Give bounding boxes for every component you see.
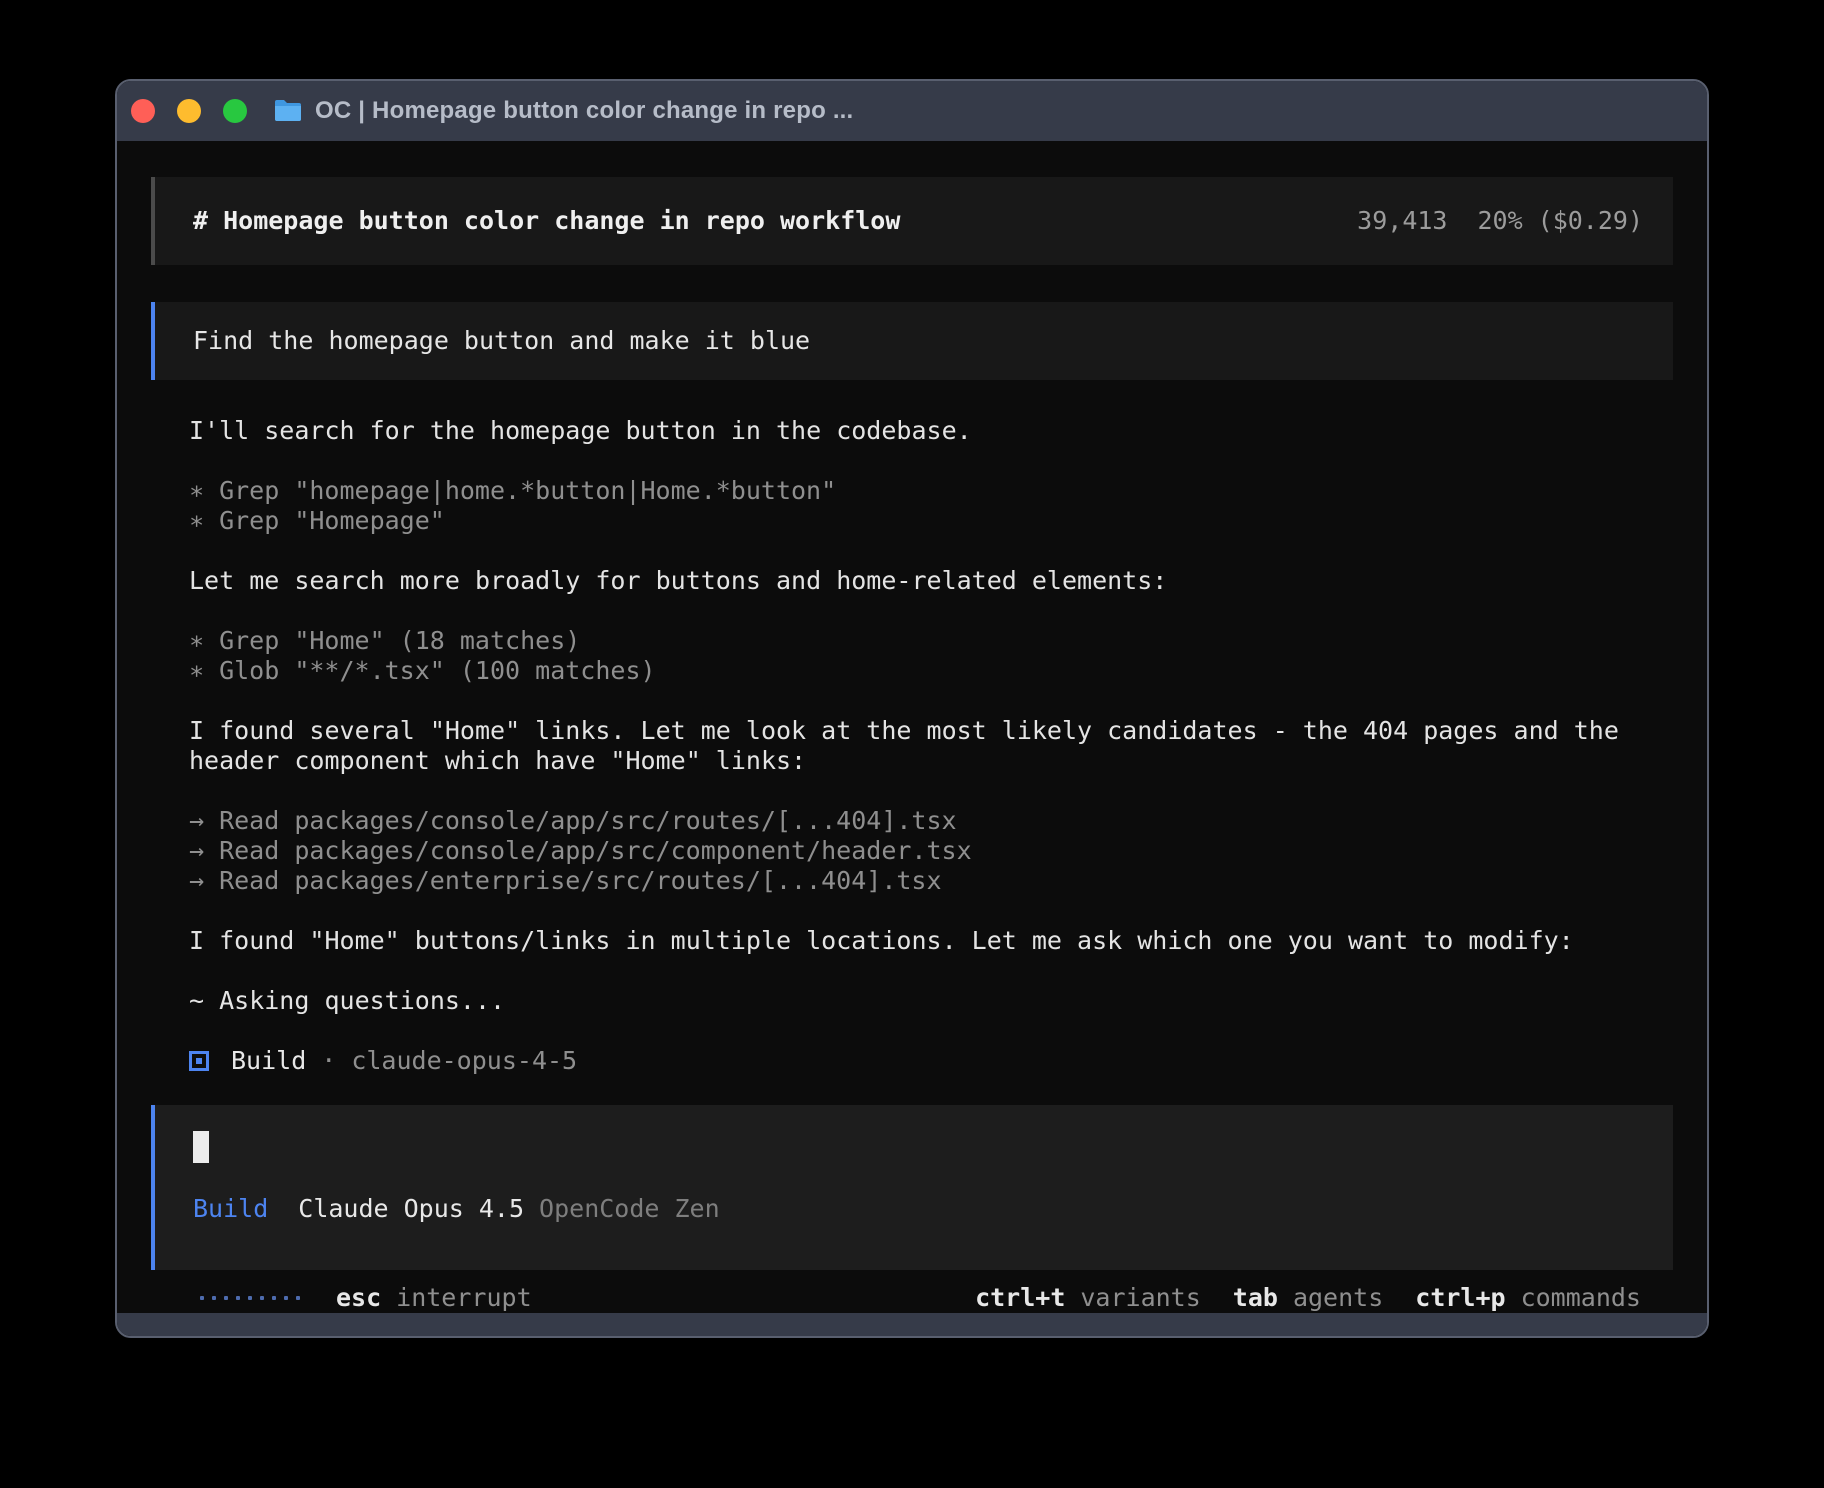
assistant-paragraph: I found several "Home" links. Let me loo… [189, 716, 1673, 776]
maximize-window-button[interactable] [223, 99, 247, 123]
session-title: # Homepage button color change in repo w… [193, 206, 900, 236]
shortcut-commands: ctrl+p commands [1415, 1283, 1641, 1313]
asterisk-bullet-icon: ∗ [189, 476, 204, 506]
shortcut-variants: ctrl+t variants [975, 1283, 1201, 1313]
tool-call-text: Read packages/console/app/src/routes/[..… [219, 806, 957, 836]
agent-model: claude-opus-4-5 [351, 1046, 577, 1076]
tool-call-text: Grep "homepage|home.*button|Home.*button… [219, 476, 836, 506]
window-titlebar: OC | Homepage button color change in rep… [117, 81, 1707, 141]
shortcut-label: variants [1080, 1283, 1200, 1313]
window-title: OC | Homepage button color change in rep… [315, 97, 853, 125]
minimize-window-button[interactable] [177, 99, 201, 123]
tool-call-text: Read packages/console/app/src/component/… [219, 836, 972, 866]
input-model-name: Claude Opus 4.5 [298, 1194, 524, 1224]
shortcut-key: ctrl+p [1415, 1283, 1505, 1313]
tool-call-glob: ∗ Glob "**/*.tsx" (100 matches) [189, 656, 1673, 686]
folder-icon [273, 98, 303, 124]
tool-call-text: Grep "Home" (18 matches) [219, 626, 580, 656]
shortcut-label: commands [1521, 1283, 1641, 1313]
shortcut-agents: tab agents [1233, 1283, 1383, 1313]
tool-call-group: ∗ Grep "homepage|home.*button|Home.*butt… [189, 476, 1673, 536]
context-percent: 20% [1477, 206, 1522, 236]
tool-call-group: ∗ Grep "Home" (18 matches) ∗ Glob "**/*.… [189, 626, 1673, 686]
spinner-dots-icon [200, 1296, 300, 1300]
status-bar: esc interrupt ctrl+t variants tab agents… [151, 1283, 1673, 1313]
assistant-transcript: I'll search for the homepage button in t… [151, 416, 1673, 1076]
input-agent-name[interactable]: Build [193, 1194, 268, 1224]
separator-dot: · [321, 1046, 336, 1076]
terminal-content: # Homepage button color change in repo w… [117, 141, 1707, 1313]
token-count: 39,413 [1357, 206, 1447, 236]
agent-square-icon [189, 1051, 209, 1071]
shortcut-label: agents [1293, 1283, 1383, 1313]
tool-call-grep: ∗ Grep "Home" (18 matches) [189, 626, 1673, 656]
agent-name: Build [231, 1046, 306, 1076]
session-cost: ($0.29) [1538, 206, 1643, 236]
tool-call-text: Glob "**/*.tsx" (100 matches) [219, 656, 656, 686]
user-message: Find the homepage button and make it blu… [151, 302, 1673, 380]
terminal-window: OC | Homepage button color change in rep… [115, 79, 1709, 1338]
tool-call-text: Read packages/enterprise/src/routes/[...… [219, 866, 941, 896]
text-cursor [193, 1131, 209, 1163]
read-call-group: → Read packages/console/app/src/routes/[… [189, 806, 1673, 896]
assistant-paragraph: I'll search for the homepage button in t… [189, 416, 1673, 446]
window-bottom-edge [117, 1313, 1707, 1338]
tool-call-read: → Read packages/enterprise/src/routes/[.… [189, 866, 1673, 896]
tool-call-read: → Read packages/console/app/src/componen… [189, 836, 1673, 866]
input-status-line: Build Claude Opus 4.5 OpenCode Zen [193, 1194, 1643, 1224]
assistant-paragraph: I found "Home" buttons/links in multiple… [189, 926, 1673, 956]
tool-call-text: Grep "Homepage" [219, 506, 445, 536]
close-window-button[interactable] [131, 99, 155, 123]
arrow-right-icon: → [189, 866, 204, 896]
esc-key-action: interrupt [396, 1283, 531, 1313]
arrow-right-icon: → [189, 806, 204, 836]
asterisk-bullet-icon: ∗ [189, 626, 204, 656]
shortcut-key: tab [1233, 1283, 1278, 1313]
status-bar-left: esc interrupt [200, 1283, 532, 1313]
shortcut-key: ctrl+t [975, 1283, 1065, 1313]
asterisk-bullet-icon: ∗ [189, 656, 204, 686]
session-header: # Homepage button color change in repo w… [151, 177, 1673, 265]
tool-call-read: → Read packages/console/app/src/routes/[… [189, 806, 1673, 836]
status-bar-right: ctrl+t variants tab agents ctrl+p comman… [975, 1283, 1641, 1313]
tool-call-grep: ∗ Grep "Homepage" [189, 506, 1673, 536]
working-status: ~ Asking questions... [189, 986, 1673, 1016]
esc-key-hint: esc [336, 1283, 381, 1313]
session-stats: 39,413 20% ($0.29) [1357, 206, 1643, 236]
arrow-right-icon: → [189, 836, 204, 866]
agent-badge: Build · claude-opus-4-5 [189, 1046, 1673, 1076]
prompt-input[interactable]: Build Claude Opus 4.5 OpenCode Zen [151, 1105, 1673, 1270]
asterisk-bullet-icon: ∗ [189, 506, 204, 536]
input-provider-name: OpenCode Zen [539, 1194, 720, 1224]
tool-call-grep: ∗ Grep "homepage|home.*button|Home.*butt… [189, 476, 1673, 506]
user-message-text: Find the homepage button and make it blu… [193, 326, 810, 355]
assistant-paragraph: Let me search more broadly for buttons a… [189, 566, 1673, 596]
